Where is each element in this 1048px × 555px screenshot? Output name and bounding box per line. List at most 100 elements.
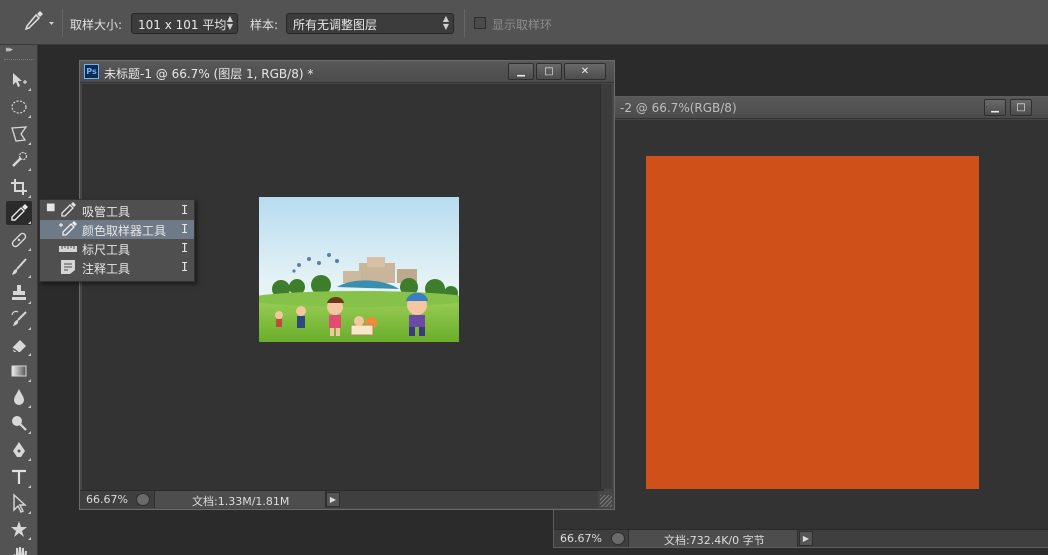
gradient-tool[interactable] xyxy=(6,359,32,383)
document-2-info: 文档:732.4K/0 字节 xyxy=(664,534,765,547)
tool-preset-picker[interactable] xyxy=(16,10,60,36)
document-window-2[interactable]: -2 @ 66.7%(RGB/8) ▁ □ 66.67% 文档:732.4K/0… xyxy=(553,96,1048,548)
blur-tool[interactable] xyxy=(6,385,32,409)
clone-stamp-tool[interactable] xyxy=(6,281,32,305)
gradient-icon xyxy=(11,365,27,377)
history-brush-tool[interactable] xyxy=(6,307,32,331)
path-selection-icon xyxy=(13,493,27,513)
dodge-tool[interactable] xyxy=(6,411,32,435)
sample-value: 所有无调整图层 xyxy=(293,18,378,32)
flyout-item-note[interactable]: 注释工具 I xyxy=(40,258,194,277)
show-sampling-ring-checkbox[interactable] xyxy=(474,17,486,29)
note-icon xyxy=(61,260,75,274)
document-2-statusbar: 66.67% 文档:732.4K/0 字节 ▶ xyxy=(554,529,1048,547)
options-separator xyxy=(464,9,465,37)
stamp-icon xyxy=(12,285,26,300)
type-tool[interactable] xyxy=(6,465,32,489)
share-icon[interactable] xyxy=(136,493,150,506)
share-icon[interactable] xyxy=(611,532,625,545)
options-bar: 取样大小: 101 x 101 平均 ▲ ▼ 样本: 所有无调整图层 ▲ ▼ 显示取… xyxy=(0,0,1048,45)
bandage-icon xyxy=(11,232,27,248)
document-1-zoom[interactable]: 66.67% xyxy=(86,493,128,506)
document-2-canvas-area[interactable] xyxy=(554,120,1048,530)
document-2-maximize-button[interactable]: □ xyxy=(1010,99,1032,116)
flyout-item-label: 颜色取样器工具 xyxy=(82,224,167,238)
ruler-icon xyxy=(59,246,77,252)
document-1-maximize-button[interactable]: □ xyxy=(536,63,562,80)
brush-icon xyxy=(12,258,27,275)
drop-icon xyxy=(14,389,24,405)
marquee-tool[interactable] xyxy=(6,95,32,119)
eyedropper-icon xyxy=(61,202,76,217)
cartoon-image[interactable] xyxy=(259,197,459,342)
flyout-item-label: 注释工具 xyxy=(82,262,131,276)
hand-tool[interactable] xyxy=(6,543,32,555)
maximize-icon: □ xyxy=(544,66,554,77)
quick-selection-icon xyxy=(12,151,28,167)
document-2-titlebar[interactable]: -2 @ 66.7%(RGB/8) ▁ □ xyxy=(554,97,1048,119)
document-1-scrollbar[interactable] xyxy=(600,84,612,489)
sample-size-value: 101 x 101 平均 xyxy=(138,18,227,32)
crop-tool[interactable] xyxy=(6,175,32,199)
status-menu-arrow-icon[interactable]: ▶ xyxy=(326,492,340,507)
sample-size-dropdown[interactable]: 101 x 101 平均 ▲ ▼ xyxy=(131,13,238,34)
document-window-1[interactable]: Ps 未标题-1 @ 66.7% (图层 1, RGB/8) * ▁ □ ✕ 6… xyxy=(79,60,615,510)
flyout-item-shortcut: I xyxy=(181,222,189,236)
status-menu-arrow-icon[interactable]: ▶ xyxy=(799,531,813,546)
selected-bullet-icon: ■ xyxy=(46,202,56,213)
eraser-tool[interactable] xyxy=(6,333,32,357)
maximize-icon: □ xyxy=(1016,102,1026,113)
orange-canvas[interactable] xyxy=(646,156,979,489)
polygonal-lasso-icon xyxy=(11,126,28,142)
dropdown-arrows-icon: ▲ ▼ xyxy=(442,14,449,31)
minimize-icon: ▁ xyxy=(517,66,525,77)
flyout-item-label: 标尺工具 xyxy=(82,243,131,257)
dodge-icon xyxy=(12,416,27,431)
document-1-titlebar[interactable]: Ps 未标题-1 @ 66.7% (图层 1, RGB/8) * ▁ □ ✕ xyxy=(80,61,614,83)
dropdown-arrows-icon: ▲ ▼ xyxy=(226,14,233,31)
options-separator xyxy=(62,9,63,37)
move-tool[interactable] xyxy=(6,68,32,92)
type-icon xyxy=(12,469,26,484)
eyedropper-tools-flyout: ■ 吸管工具 I 颜色取样器工具 I 标尺工具 I 注释工具 I xyxy=(39,199,195,282)
healing-brush-tool[interactable] xyxy=(6,228,32,252)
flyout-item-shortcut: I xyxy=(181,260,189,274)
eraser-icon xyxy=(11,340,26,353)
document-1-minimize-button[interactable]: ▁ xyxy=(508,63,534,80)
minimize-icon: ▁ xyxy=(991,102,999,113)
color-sampler-icon xyxy=(59,221,77,236)
flyout-item-eyedropper[interactable]: ■ 吸管工具 I xyxy=(40,201,194,220)
pen-tool[interactable] xyxy=(6,438,32,462)
crop-icon xyxy=(11,179,27,195)
document-2-zoom[interactable]: 66.67% xyxy=(560,532,602,545)
flyout-item-shortcut: I xyxy=(181,203,189,217)
lasso-tool[interactable] xyxy=(6,122,32,146)
quick-selection-tool[interactable] xyxy=(6,148,32,172)
pen-icon xyxy=(13,442,25,457)
collapse-panel-icon[interactable]: ▸▸ xyxy=(6,45,13,55)
flyout-item-shortcut: I xyxy=(181,241,189,255)
custom-shape-tool[interactable] xyxy=(6,517,32,541)
flyout-item-ruler[interactable]: 标尺工具 I xyxy=(40,239,194,258)
sample-size-label: 取样大小: xyxy=(70,18,123,32)
document-1-canvas-area[interactable] xyxy=(82,84,604,491)
show-sampling-ring-label: 显示取样环 xyxy=(492,18,553,32)
tools-panel: ▸▸ xyxy=(0,45,38,555)
eyedropper-tool[interactable] xyxy=(6,201,32,225)
elliptical-marquee-icon xyxy=(11,100,27,114)
flyout-item-color-sampler[interactable]: 颜色取样器工具 I xyxy=(40,220,194,239)
document-1-title: 未标题-1 @ 66.7% (图层 1, RGB/8) * xyxy=(104,67,314,81)
panel-grip[interactable] xyxy=(4,59,34,61)
document-1-statusbar: 66.67% 文档:1.33M/1.81M ▶ xyxy=(80,490,598,508)
sample-dropdown[interactable]: 所有无调整图层 ▲ ▼ xyxy=(286,13,454,34)
document-1-resize-grip[interactable] xyxy=(600,495,612,507)
hand-icon xyxy=(13,547,27,555)
document-1-close-button[interactable]: ✕ xyxy=(564,63,606,80)
path-selection-tool[interactable] xyxy=(6,491,32,515)
eyedropper-icon xyxy=(11,204,28,221)
document-2-minimize-button[interactable]: ▁ xyxy=(984,99,1006,116)
history-brush-icon xyxy=(11,310,27,326)
brush-tool[interactable] xyxy=(6,255,32,279)
sample-label: 样本: xyxy=(250,18,279,32)
document-1-info: 文档:1.33M/1.81M xyxy=(192,495,290,508)
